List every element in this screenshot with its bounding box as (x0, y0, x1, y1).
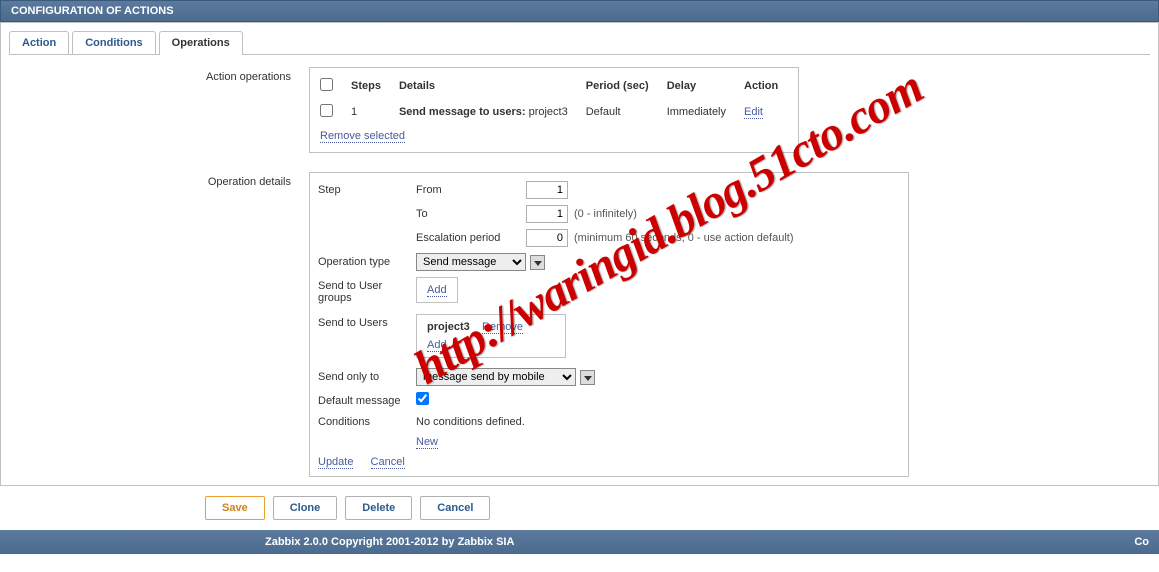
remove-selected-link[interactable]: Remove selected (320, 130, 405, 143)
details-footer-links: Update Cancel (318, 456, 900, 468)
conditions-label: Conditions (318, 413, 416, 428)
cancel-link[interactable]: Cancel (371, 456, 405, 469)
main-container: Action Conditions Operations Action oper… (0, 22, 1159, 486)
edit-link[interactable]: Edit (744, 106, 763, 119)
step-label: Step (318, 181, 416, 196)
to-label: To (416, 205, 526, 220)
send-user-groups-label: Send to User groups (318, 277, 416, 304)
from-input[interactable] (526, 181, 568, 199)
delete-button[interactable]: Delete (345, 496, 412, 520)
tab-operations[interactable]: Operations (159, 31, 243, 54)
copyright-text: Zabbix 2.0.0 Copyright 2001-2012 by Zabb… (265, 536, 514, 548)
cell-delay: Immediately (663, 100, 740, 124)
add-user-link[interactable]: Add (427, 339, 447, 352)
page-header: CONFIGURATION OF ACTIONS (0, 0, 1159, 22)
table-row: 1 Send message to users: project3 Defaul… (316, 100, 792, 124)
conditions-text: No conditions defined. (416, 413, 525, 428)
send-only-to-select[interactable]: message send by mobile (416, 368, 576, 386)
escalation-hint: (minimum 60 seconds, 0 - use action defa… (574, 232, 794, 244)
operation-details-box: Step From To (309, 172, 909, 477)
default-message-checkbox[interactable] (416, 392, 429, 405)
cell-step: 1 (347, 100, 395, 124)
operation-details-row: Operation details Step From (159, 172, 1150, 477)
operation-type-select[interactable]: Send message (416, 253, 526, 271)
add-user-group-link[interactable]: Add (427, 284, 447, 297)
user-groups-box: Add (416, 277, 458, 303)
to-hint: (0 - infinitely) (574, 208, 637, 220)
send-users-label: Send to Users (318, 314, 416, 329)
operations-table: Steps Details Period (sec) Delay Action … (309, 67, 799, 153)
new-condition-link[interactable]: New (416, 436, 438, 449)
send-only-to-label: Send only to (318, 368, 416, 383)
col-period: Period (sec) (582, 74, 663, 100)
clone-button[interactable]: Clone (273, 496, 338, 520)
default-message-label: Default message (318, 392, 416, 407)
col-delay: Delay (663, 74, 740, 100)
operation-details-label: Operation details (159, 172, 309, 188)
cell-period: Default (582, 100, 663, 124)
copyright-bar: Zabbix 2.0.0 Copyright 2001-2012 by Zabb… (0, 530, 1159, 554)
escalation-input[interactable] (526, 229, 568, 247)
users-box: project3 Remove Add (416, 314, 566, 358)
to-input[interactable] (526, 205, 568, 223)
escalation-label: Escalation period (416, 229, 526, 244)
copyright-right: Co (1134, 536, 1149, 548)
select-all-checkbox[interactable] (320, 78, 333, 91)
chevron-down-icon[interactable] (580, 370, 595, 385)
page-title: CONFIGURATION OF ACTIONS (11, 5, 174, 17)
cancel-button[interactable]: Cancel (420, 496, 490, 520)
action-operations-label: Action operations (159, 67, 309, 83)
col-action: Action (740, 74, 792, 100)
row-checkbox[interactable] (320, 104, 333, 117)
chevron-down-icon[interactable] (530, 255, 545, 270)
tab-bar: Action Conditions Operations (9, 31, 1150, 55)
save-button[interactable]: Save (205, 496, 265, 520)
from-label: From (416, 181, 526, 196)
cell-details: Send message to users: project3 (395, 100, 582, 124)
remove-user-link[interactable]: Remove (482, 321, 523, 334)
button-bar: Save Clone Delete Cancel (205, 496, 1159, 520)
form-area: Action operations Steps Details Period (… (159, 67, 1150, 477)
operation-type-label: Operation type (318, 253, 416, 268)
col-steps: Steps (347, 74, 395, 100)
tab-conditions[interactable]: Conditions (72, 31, 155, 54)
action-operations-row: Action operations Steps Details Period (… (159, 67, 1150, 156)
table-header-row: Steps Details Period (sec) Delay Action (316, 74, 792, 100)
user-name: project3 (427, 321, 470, 333)
tab-action[interactable]: Action (9, 31, 69, 54)
update-link[interactable]: Update (318, 456, 353, 469)
col-details: Details (395, 74, 582, 100)
